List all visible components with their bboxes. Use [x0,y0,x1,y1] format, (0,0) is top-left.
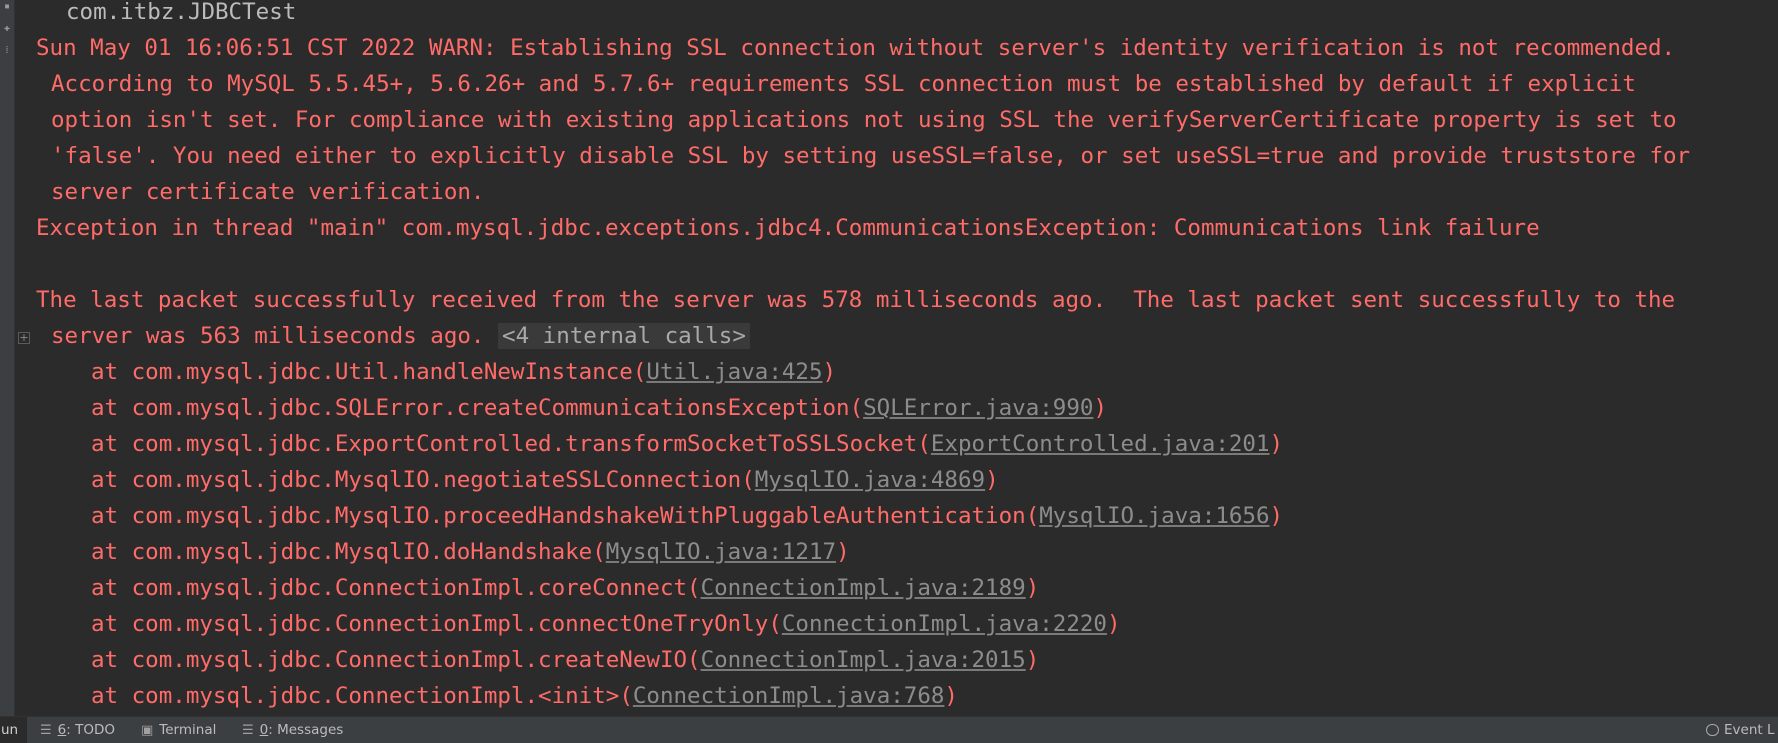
paren-close: ) [1106,611,1121,637]
source-link[interactable]: MysqlIO.java:1217 [606,539,836,565]
stack-frame-method: at com.mysql.jdbc.ConnectionImpl.connect… [91,611,769,637]
terminal-icon: ▣ [141,722,154,738]
messages-icon: ☰ [242,722,254,738]
tab-todo[interactable]: ☰ 6: TODO [40,717,115,743]
paren-open: ( [849,395,864,421]
paren-close: ) [1025,647,1040,673]
warn-line: Sun May 01 16:06:51 CST 2022 WARN: Estab… [36,35,1676,61]
paren-close: ) [1093,395,1107,421]
paren-close: ) [1025,575,1040,601]
tab-terminal[interactable]: ▣ Terminal [141,717,216,743]
paren-close: ) [1269,503,1284,529]
source-link[interactable]: ExportControlled.java:201 [931,431,1270,457]
stack-frame-line: at com.mysql.jdbc.SQLError.createCommuni… [91,393,1107,423]
command-line: com.itbz.JDBCTest [66,0,297,25]
source-link[interactable]: MysqlIO.java:1656 [1039,503,1269,529]
tab-event-log-label: Event L [1724,722,1775,738]
bubble-icon [1706,724,1719,736]
paren-open: ( [917,431,931,457]
paren-close: ) [836,539,850,565]
paren-close: ) [1269,431,1284,457]
tab-messages[interactable]: ☰ 0: Messages [242,717,343,743]
stack-frame-line: at com.mysql.jdbc.ConnectionImpl.createN… [91,645,1039,675]
stack-frame-line: at com.mysql.jdbc.ConnectionImpl.<init>(… [91,681,958,711]
paren-open: ( [741,467,755,493]
stack-frame-line: at com.mysql.jdbc.MysqlIO.doHandshake(My… [91,537,850,567]
ide-window: ▪ ✚ ⁞ com.itbz.JDBCTest Sun May 01 16:06… [0,0,1778,743]
packet-text: server was 563 milliseconds ago. [51,323,485,349]
tab-todo-label: 6: TODO [57,722,115,738]
stack-frame-line: at com.mysql.jdbc.Util.handleNewInstance… [91,357,836,387]
source-link[interactable]: MysqlIO.java:4869 [755,467,985,493]
packet-line-continued: server was 563 milliseconds ago. <4 inte… [51,321,750,351]
tab-messages-label: 0: Messages [259,722,344,738]
stack-frame-line: at com.mysql.jdbc.ConnectionImpl.connect… [91,609,1121,639]
stack-frame-method: at com.mysql.jdbc.Util.handleNewInstance [91,359,633,385]
paren-open: ( [619,683,633,709]
source-link[interactable]: ConnectionImpl.java:2220 [782,611,1107,637]
stack-frame-method: at com.mysql.jdbc.MysqlIO.negotiateSSLCo… [91,467,742,493]
stack-frame-method: at com.mysql.jdbc.ConnectionImpl.<init> [91,683,620,709]
source-link[interactable]: ConnectionImpl.java:2189 [701,575,1026,601]
warn-line: 'false'. You need either to explicitly d… [51,143,1691,169]
paren-open: ( [632,359,647,385]
warn-line: According to MySQL 5.5.45+, 5.6.26+ and … [51,71,1636,97]
paren-open: ( [1025,503,1040,529]
paren-open: ( [687,647,701,673]
paren-open: ( [687,575,701,601]
stack-frame-line: at com.mysql.jdbc.ExportControlled.trans… [91,429,1283,459]
paren-open: ( [768,611,782,637]
paren-close: ) [944,683,958,709]
tool-window-bar: un ☰ 6: TODO ▣ Terminal ☰ 0: Messages Ev… [0,716,1778,743]
tab-event-log[interactable]: Event L [1706,717,1778,743]
stack-frame-method: at com.mysql.jdbc.ExportControlled.trans… [91,431,918,457]
warn-line: option isn't set. For compliance with ex… [51,107,1677,133]
stack-frame-line: at com.mysql.jdbc.MysqlIO.negotiateSSLCo… [91,465,999,495]
stack-frame-method: at com.mysql.jdbc.MysqlIO.proceedHandsha… [91,503,1026,529]
stack-frame-method: at com.mysql.jdbc.ConnectionImpl.createN… [91,647,688,673]
internal-calls-fold[interactable]: <4 internal calls> [498,323,750,349]
paren-close: ) [822,359,837,385]
exception-line: Exception in thread "main" com.mysql.jdb… [36,215,1540,241]
warn-line: server certificate verification. [51,179,485,205]
stack-frame-method: at com.mysql.jdbc.ConnectionImpl.coreCon… [91,575,688,601]
list-icon: ☰ [40,722,52,738]
packet-line: The last packet successfully received fr… [36,287,1676,313]
source-link[interactable]: SQLError.java:990 [863,395,1093,421]
stack-frame-method: at com.mysql.jdbc.MysqlIO.doHandshake [91,539,593,565]
expand-fold-icon[interactable]: + [18,332,30,344]
tab-run[interactable]: un [0,717,27,743]
paren-open: ( [592,539,606,565]
run-console-output[interactable]: com.itbz.JDBCTest Sun May 01 16:06:51 CS… [0,0,1778,716]
stack-frame-method: at com.mysql.jdbc.SQLError.createCommuni… [91,395,850,421]
source-link[interactable]: ConnectionImpl.java:768 [633,683,945,709]
tab-terminal-label: Terminal [159,722,217,738]
stack-frame-line: at com.mysql.jdbc.MysqlIO.proceedHandsha… [91,501,1283,531]
source-link[interactable]: ConnectionImpl.java:2015 [701,647,1026,673]
source-link[interactable]: Util.java:425 [646,359,822,385]
paren-close: ) [985,467,999,493]
stack-frame-line: at com.mysql.jdbc.ConnectionImpl.coreCon… [91,573,1039,603]
